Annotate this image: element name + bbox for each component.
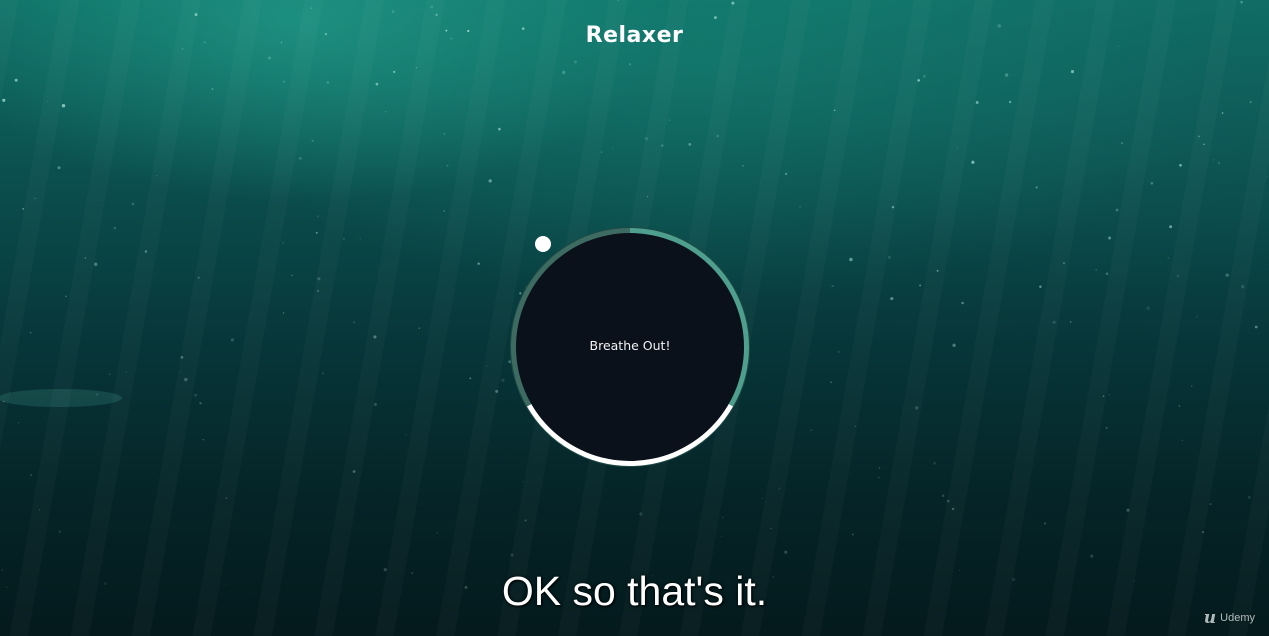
breath-circle: Breathe Out!: [505, 222, 755, 472]
udemy-label: Udemy: [1220, 612, 1255, 624]
udemy-logo-icon: u: [1203, 608, 1217, 628]
udemy-watermark: u Udemy: [1204, 608, 1255, 628]
relaxer-stage: Relaxer Breathe Out! OK so that's it. u …: [0, 0, 1269, 636]
fish-silhouette: [0, 389, 122, 407]
breath-instruction: Breathe Out!: [589, 338, 671, 353]
video-subtitle: OK so that's it.: [501, 568, 768, 614]
breath-pointer: [535, 235, 552, 252]
app-title: Relaxer: [585, 22, 684, 48]
